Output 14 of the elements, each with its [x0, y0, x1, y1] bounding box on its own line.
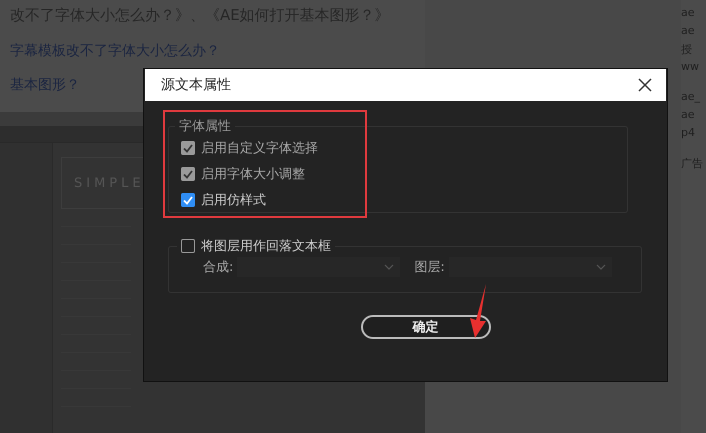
checkbox-label: 启用仿样式 [201, 192, 266, 209]
dialog-title: 源文本属性 [161, 76, 231, 94]
chevron-icon [596, 264, 606, 270]
checkbox-label: 启用自定义字体选择 [201, 140, 318, 157]
checkbox[interactable] [181, 193, 195, 207]
field-label: 图层: [414, 259, 445, 276]
close-icon[interactable] [638, 78, 652, 92]
group-label: 字体属性 [178, 118, 232, 135]
chevron-icon [384, 264, 394, 270]
checkbox-label: 将图层用作回落文本框 [201, 238, 331, 255]
checkbox[interactable] [181, 239, 195, 253]
checkbox-label: 启用字体大小调整 [201, 166, 305, 183]
ok-button[interactable]: 确定 [360, 315, 490, 339]
field-label: 合成: [203, 259, 234, 276]
